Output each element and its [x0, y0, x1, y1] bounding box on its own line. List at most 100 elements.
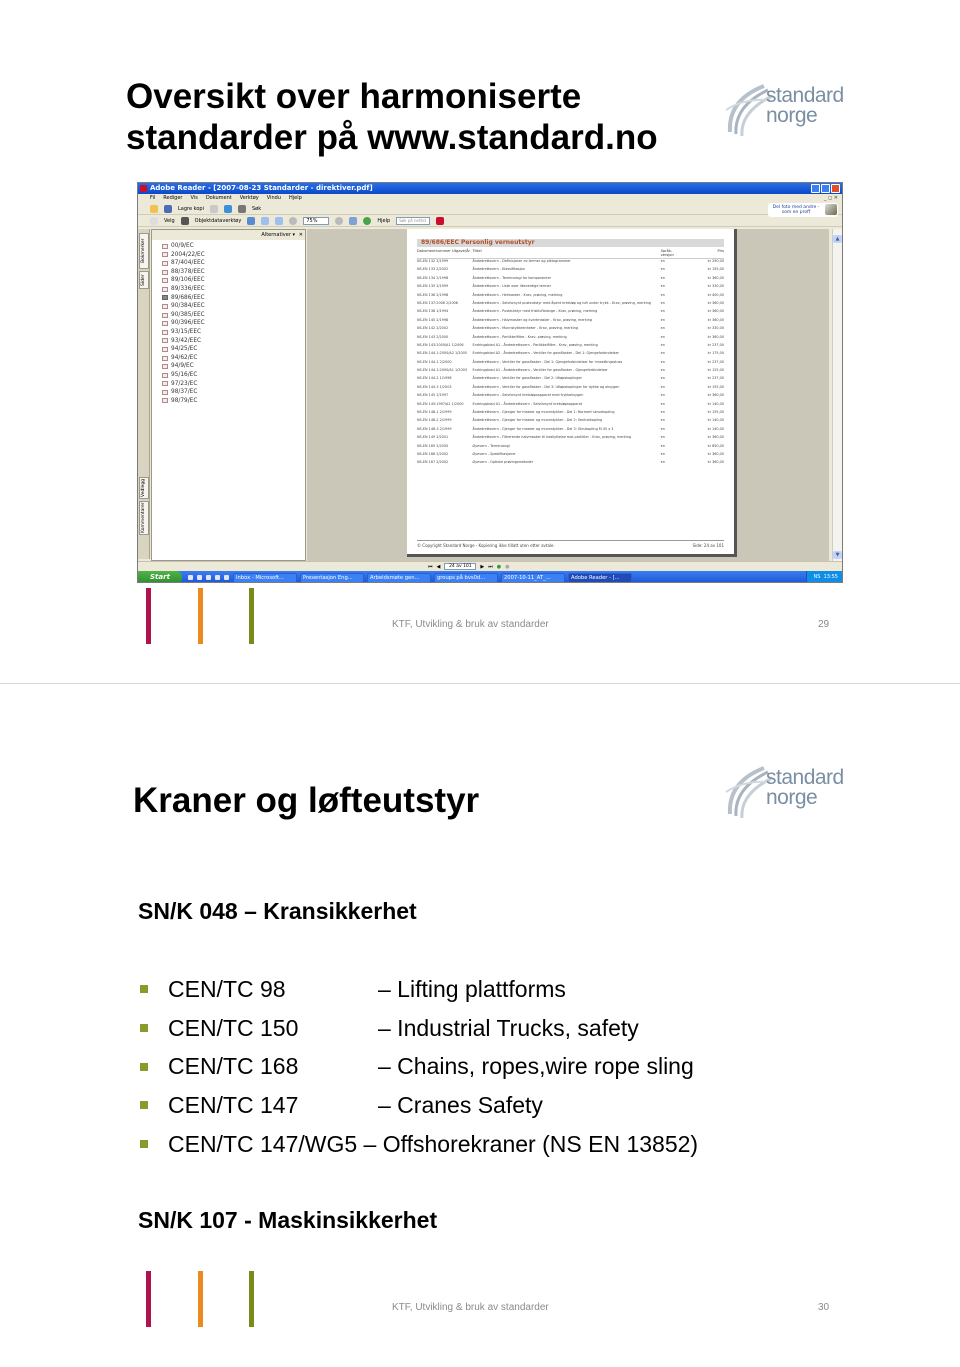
back-icon[interactable]: ●	[497, 564, 501, 570]
object-data-tool-button[interactable]: Objektdataverktøy	[195, 218, 242, 224]
menu-file[interactable]: Fil	[150, 194, 155, 203]
zoom-icon[interactable]	[247, 216, 256, 225]
close-panel-icon[interactable]: ✕	[299, 230, 303, 240]
page-layout-icon[interactable]	[349, 216, 358, 225]
save-icon[interactable]	[164, 204, 172, 213]
bookmark-icon	[162, 381, 168, 387]
page-footer: © Copyright Standard Norge - Kopiering i…	[417, 540, 724, 548]
quicklaunch-icon[interactable]	[215, 575, 220, 580]
tab-bookmarks[interactable]: Bokmerker	[139, 233, 149, 269]
bookmark-item[interactable]: 89/686/EEC	[162, 294, 305, 303]
maximize-button[interactable]	[821, 184, 830, 193]
bookmark-icon	[162, 286, 168, 292]
bookmark-item[interactable]: 90/396/EEC	[162, 319, 305, 328]
bookmark-item[interactable]: 00/9/EC	[162, 242, 305, 251]
table-row: NS-EN 148-3 2/1999 Åndedrettsvern - Gjeng…	[417, 426, 724, 431]
bookmark-item[interactable]: 87/404/EEC	[162, 259, 305, 268]
select-tool-button[interactable]: Velg	[164, 218, 175, 224]
zoom-in-icon[interactable]	[335, 216, 344, 225]
options-dropdown[interactable]: Alternativer	[261, 232, 291, 238]
language-indicator[interactable]: NS	[813, 574, 820, 580]
promo-banner[interactable]: Del foto med andre - som en proff	[768, 203, 838, 217]
bullet-square-icon	[140, 1140, 148, 1149]
save-copy-button[interactable]: Lagre kopi	[178, 206, 204, 212]
menu-edit[interactable]: Rediger	[163, 194, 182, 203]
bookmark-item[interactable]: 93/15/EEC	[162, 328, 305, 337]
bookmark-item[interactable]: 94/62/EC	[162, 354, 305, 363]
start-button[interactable]: Start	[138, 571, 182, 582]
scroll-up-icon[interactable]: ▲	[833, 235, 842, 243]
bookmark-item[interactable]: 98/79/EC	[162, 397, 305, 406]
quicklaunch-icon[interactable]	[188, 575, 193, 580]
quicklaunch-icon[interactable]	[206, 575, 211, 580]
help-button[interactable]: Hjelp	[377, 218, 390, 224]
table-row: NS-EN 166 2/2002 Øyevern - Spesifikasjone…	[417, 451, 724, 456]
quicklaunch-icon[interactable]	[197, 575, 202, 580]
bookmark-item[interactable]: 88/378/EEC	[162, 268, 305, 277]
close-button[interactable]	[831, 184, 840, 193]
fit-width-icon[interactable]	[275, 216, 284, 225]
search-button[interactable]: Søk	[252, 206, 261, 212]
zoom-out-icon[interactable]	[289, 216, 298, 225]
bookmark-item[interactable]: 89/106/EEC	[162, 276, 305, 285]
hand-tool-icon[interactable]	[150, 216, 158, 225]
open-folder-icon[interactable]	[150, 204, 158, 213]
bookmark-item[interactable]: 98/37/EC	[162, 388, 305, 397]
toolbar-2: Velg Objektdataverktøy 75% Hjelp Søk på …	[138, 215, 842, 227]
taskbar-item[interactable]: groups på bvs0d...	[434, 572, 498, 582]
scroll-down-icon[interactable]: ▼	[833, 551, 842, 559]
system-tray: NS 13:55	[806, 571, 842, 582]
table-row: NS-EN 132 2/1999 Åndedrettsvern - Definis…	[417, 259, 724, 263]
print-icon[interactable]	[209, 204, 218, 213]
taskbar-item[interactable]: 2007-10-11_AT_...	[501, 572, 565, 582]
quicklaunch-icon[interactable]	[224, 575, 229, 580]
slide-29: Oversikt over harmoniserte standarder på…	[0, 0, 960, 683]
menu-tools[interactable]: Verktøy	[240, 194, 259, 203]
zoom-level-input[interactable]: 75%	[303, 216, 330, 225]
list-item: CEN/TC 147– Cranes Safety	[140, 1086, 698, 1125]
bookmark-item[interactable]: 89/336/EEC	[162, 285, 305, 294]
tab-comments[interactable]: Kommentarer	[139, 501, 149, 535]
yahoo-icon[interactable]	[436, 216, 445, 225]
forward-icon[interactable]: ●	[505, 564, 509, 570]
doc-window-controls[interactable]: _ ◻ ✕	[824, 194, 838, 203]
bookmark-item[interactable]: 97/23/EC	[162, 380, 305, 389]
page-number-input[interactable]: 24 av 101	[444, 563, 477, 570]
minimize-button[interactable]	[811, 184, 820, 193]
bookmarks-panel: Alternativer ▾ ✕ 00/9/EC 2004/22/EC 87/404…	[151, 229, 306, 561]
bookmark-item[interactable]: 93/42/EEC	[162, 337, 305, 346]
menu-help[interactable]: Hjelp	[289, 194, 302, 203]
tab-pages[interactable]: Sider	[139, 271, 149, 289]
last-page-icon[interactable]: ⏭	[488, 564, 493, 570]
menu-view[interactable]: Vis	[191, 194, 198, 203]
bookmark-item[interactable]: 2004/22/EC	[162, 251, 305, 260]
bookmark-icon	[162, 346, 168, 352]
first-page-icon[interactable]: ⏮	[428, 564, 433, 570]
taskbar-item-active[interactable]: Adobe Reader - [...	[568, 572, 632, 582]
fit-page-icon[interactable]	[261, 216, 270, 225]
bookmark-item[interactable]: 90/385/EEC	[162, 311, 305, 320]
snapshot-icon[interactable]	[180, 216, 189, 225]
menu-window[interactable]: Vindu	[267, 194, 281, 203]
table-row: NS-EN 136 2/1998 Åndedrettsvern - Helmask…	[417, 292, 724, 297]
standard-norge-logo: standard norge	[724, 762, 846, 824]
prev-page-icon[interactable]: ◀	[437, 564, 441, 570]
clock: 13:55	[823, 574, 838, 580]
help-icon[interactable]	[363, 216, 372, 225]
email-icon[interactable]	[223, 204, 232, 213]
next-page-icon[interactable]: ▶	[480, 564, 484, 570]
web-search-input[interactable]: Søk på nettet	[396, 216, 431, 225]
bookmark-item[interactable]: 94/25/EC	[162, 345, 305, 354]
bookmark-item[interactable]: 94/9/EC	[162, 362, 305, 371]
tab-attachments[interactable]: Vedlegg	[139, 477, 149, 499]
bookmark-icon	[162, 364, 168, 370]
taskbar-item[interactable]: Presentasjon Eng...	[300, 572, 364, 582]
binoculars-icon[interactable]	[237, 204, 246, 213]
vertical-scrollbar[interactable]: ▲ ▼	[832, 229, 842, 561]
taskbar-item[interactable]: Inbox - Microsoft...	[233, 572, 297, 582]
menu-document[interactable]: Dokument	[206, 194, 232, 203]
bookmark-item[interactable]: 95/16/EC	[162, 371, 305, 380]
taskbar-item[interactable]: Arbeidsmøte gen...	[367, 572, 431, 582]
bookmark-item[interactable]: 90/384/EEC	[162, 302, 305, 311]
page-number: 30	[818, 1302, 830, 1313]
